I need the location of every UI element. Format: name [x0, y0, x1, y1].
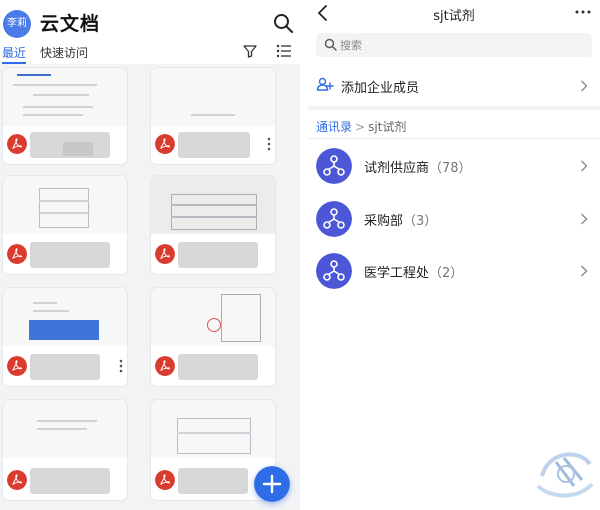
file-name-redacted — [30, 354, 100, 380]
more-icon[interactable] — [119, 358, 123, 374]
more-icon[interactable] — [574, 6, 592, 18]
department-row[interactable]: 采购部（3） — [308, 199, 600, 239]
file-card[interactable] — [151, 288, 275, 386]
chevron-right-icon — [581, 80, 588, 92]
file-thumbnail — [151, 176, 275, 234]
cloud-docs-header: 李莉 云文档 最近 快速访问 — [0, 0, 300, 64]
tab-quick-access[interactable]: 快速访问 — [40, 44, 88, 61]
add-file-button[interactable] — [254, 466, 290, 502]
add-member-icon — [316, 77, 334, 91]
file-name-redacted — [178, 132, 250, 158]
chevron-right-icon — [581, 160, 588, 172]
file-name-redacted — [178, 242, 258, 268]
search-input[interactable]: 搜索 — [316, 33, 592, 57]
pdf-icon — [7, 244, 27, 264]
contacts-panel: sjt试剂 搜索 添加企业成员 通讯录 > sjt试剂 试剂供应商（78） 采购… — [308, 0, 600, 510]
org-chart-icon — [316, 148, 352, 184]
pdf-icon — [155, 134, 175, 154]
pdf-icon — [155, 470, 175, 490]
file-name-redacted — [30, 242, 110, 268]
pdf-icon — [155, 244, 175, 264]
file-card[interactable] — [3, 176, 127, 274]
file-thumbnail — [151, 68, 275, 126]
department-row[interactable]: 试剂供应商（78） — [308, 146, 600, 186]
chevron-right-icon — [581, 265, 588, 277]
tab-recent[interactable]: 最近 — [2, 44, 26, 61]
pdf-icon — [155, 356, 175, 376]
panel-divider — [300, 0, 308, 510]
breadcrumb-current: sjt试剂 — [368, 120, 407, 134]
add-member-label: 添加企业成员 — [341, 81, 420, 96]
department-count: （2） — [429, 266, 464, 281]
watermark-logo — [536, 452, 594, 498]
department-count: （3） — [403, 214, 438, 229]
file-thumbnail — [151, 288, 275, 346]
department-row[interactable]: 医学工程处（2） — [308, 251, 600, 291]
screen: 李莉 云文档 最近 快速访问 sjt试剂 搜索 添加企业成员 通讯录 > sjt… — [0, 0, 600, 510]
file-thumbnail — [3, 68, 127, 126]
department-count: （78） — [429, 161, 472, 176]
page-title: 云文档 — [40, 13, 101, 35]
add-member-row[interactable]: 添加企业成员 — [308, 70, 600, 102]
file-card[interactable] — [151, 68, 275, 164]
file-thumbnail — [151, 400, 275, 458]
file-card[interactable] — [3, 68, 127, 164]
file-name-redacted — [178, 468, 248, 494]
chevron-right-icon — [581, 213, 588, 225]
file-thumbnail — [3, 400, 127, 458]
search-icon — [324, 38, 337, 51]
file-thumbnail — [3, 176, 127, 234]
cloud-docs-panel: 李莉 云文档 最近 快速访问 — [0, 0, 300, 510]
file-name-redacted — [178, 354, 258, 380]
page-title: sjt试剂 — [433, 9, 475, 24]
file-name-redacted — [30, 468, 110, 494]
pdf-icon — [7, 134, 27, 154]
tab-active-indicator — [2, 62, 26, 64]
file-card[interactable] — [151, 176, 275, 274]
file-thumbnail — [3, 288, 127, 346]
department-name: 医学工程处 — [364, 266, 430, 281]
search-icon[interactable] — [272, 12, 294, 34]
breadcrumb-separator: > — [355, 120, 366, 134]
pdf-icon — [7, 470, 27, 490]
file-card[interactable] — [3, 288, 127, 386]
more-icon[interactable] — [267, 136, 271, 152]
search-placeholder: 搜索 — [340, 39, 362, 52]
pdf-icon — [7, 356, 27, 376]
list-view-icon[interactable] — [276, 44, 292, 58]
department-name: 试剂供应商 — [364, 161, 430, 176]
department-name: 采购部 — [364, 214, 404, 229]
section-separator — [308, 106, 600, 110]
divider — [308, 138, 600, 139]
org-chart-icon — [316, 253, 352, 289]
file-card[interactable] — [3, 400, 127, 500]
org-chart-icon — [316, 201, 352, 237]
breadcrumb: 通讯录 > sjt试剂 — [316, 118, 406, 135]
filter-icon[interactable] — [242, 43, 258, 59]
breadcrumb-root[interactable]: 通讯录 — [316, 120, 352, 134]
avatar[interactable]: 李莉 — [3, 10, 31, 38]
